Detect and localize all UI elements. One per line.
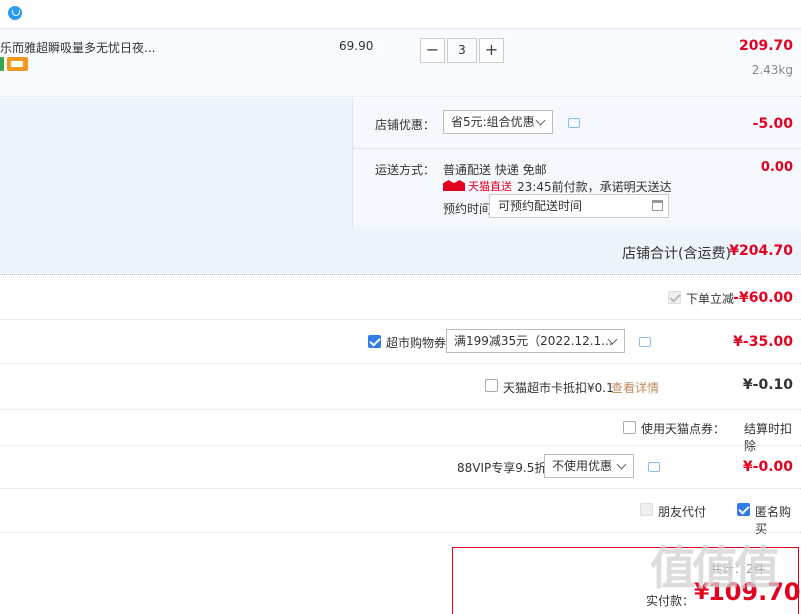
divider bbox=[0, 409, 801, 410]
message-icon[interactable] bbox=[639, 337, 651, 347]
divider bbox=[0, 363, 801, 364]
divider bbox=[0, 319, 801, 320]
coupon-value: ¥-35.00 bbox=[733, 334, 793, 350]
shop-discount-label: 店铺优惠： bbox=[375, 118, 436, 132]
tmall-points-checkbox[interactable] bbox=[623, 421, 636, 434]
watermark-logo: 值值值 bbox=[650, 541, 780, 595]
quantity-input[interactable]: 3 bbox=[447, 38, 477, 63]
shop-discount-selected: 省5元:组合优惠 bbox=[451, 115, 535, 129]
coupon-checkbox[interactable] bbox=[368, 335, 381, 348]
card-payment-icon bbox=[7, 57, 28, 71]
tmall-points-note: 结算时扣除 bbox=[744, 422, 793, 453]
friend-pay-checkbox bbox=[640, 503, 653, 516]
divider bbox=[0, 445, 801, 446]
shipping-amount: 0.00 bbox=[760, 160, 793, 175]
coupon-selected: 满199减35元（2022.12.1... bbox=[454, 334, 613, 348]
chevron-down-icon bbox=[535, 115, 546, 126]
shipping-method: 普通配送 快递 免邮 bbox=[443, 163, 547, 177]
guarantee-badge-icon bbox=[0, 57, 4, 71]
vip-discount-selected: 不使用优惠 bbox=[552, 459, 613, 473]
view-details-link[interactable]: 查看详情 bbox=[611, 379, 659, 396]
decrease-quantity-button[interactable]: − bbox=[420, 38, 445, 63]
quantity-stepper: − 3 + bbox=[420, 38, 504, 63]
coupon-select[interactable]: 满199减35元（2022.12.1... bbox=[446, 329, 625, 353]
shop-total-value: ¥204.70 bbox=[729, 243, 793, 259]
delivery-promise: 23:45前付款，承诺明天送达 bbox=[517, 180, 672, 194]
order-header-row bbox=[0, 0, 801, 29]
item-weight: 2.43kg bbox=[751, 63, 793, 77]
tmall-points-label: 使用天猫点券： bbox=[641, 422, 726, 436]
vip-discount-value: ¥-0.00 bbox=[742, 459, 793, 475]
vip-discount-label: 88VIP专享9.5折 bbox=[457, 461, 547, 475]
calendar-icon bbox=[652, 200, 663, 211]
shipping-label: 运送方式： bbox=[375, 163, 436, 177]
instant-discount-value: -¥60.00 bbox=[733, 290, 793, 306]
shop-discount-select[interactable]: 省5元:组合优惠 bbox=[443, 110, 553, 134]
shop-discount-amount: -5.00 bbox=[752, 116, 793, 132]
reserve-time-label: 预约时间 bbox=[443, 202, 492, 216]
item-subtotal: 209.70 bbox=[738, 38, 793, 54]
store-drop-icon bbox=[8, 6, 22, 20]
vip-discount-select[interactable]: 不使用优惠 bbox=[544, 454, 634, 478]
supermarket-card-value: ¥-0.10 bbox=[742, 377, 793, 393]
supermarket-card-label: 天猫超市卡抵扣¥0.1 bbox=[503, 381, 614, 395]
item-name-link[interactable]: 乐而雅超瞬吸量多无忧日夜... bbox=[0, 39, 155, 56]
supermarket-card-checkbox[interactable] bbox=[485, 379, 498, 392]
friend-pay-label: 朋友代付 bbox=[658, 505, 707, 519]
reserve-time-input[interactable]: 可预约配送时间 bbox=[489, 194, 669, 218]
increase-quantity-button[interactable]: + bbox=[479, 38, 504, 63]
tmall-direct-badge: 天猫直送 bbox=[468, 180, 512, 193]
divider bbox=[352, 148, 801, 149]
anonymous-purchase-checkbox[interactable] bbox=[737, 503, 750, 516]
message-icon[interactable] bbox=[648, 462, 660, 472]
shop-total-label: 店铺合计(含运费) bbox=[622, 246, 731, 262]
message-icon[interactable] bbox=[568, 118, 580, 128]
coupon-label: 超市购物券 bbox=[386, 336, 447, 350]
instant-discount-checkbox bbox=[668, 291, 681, 304]
instant-discount-label: 下单立减 bbox=[686, 292, 735, 306]
reserve-time-placeholder: 可预约配送时间 bbox=[498, 199, 583, 213]
divider bbox=[0, 488, 801, 489]
chevron-down-icon bbox=[616, 459, 627, 470]
unit-price: 69.90 bbox=[339, 39, 374, 53]
